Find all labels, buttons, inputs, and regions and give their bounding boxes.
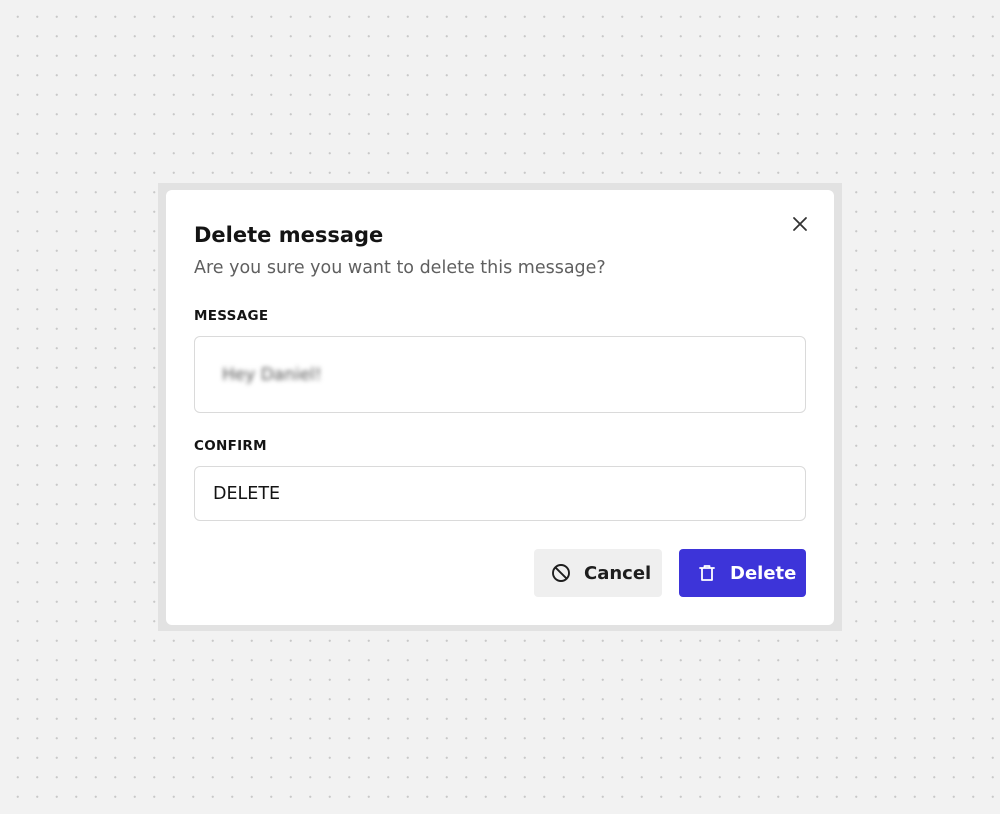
dialog-title: Delete message — [194, 223, 384, 247]
delete-button-label: Delete — [730, 562, 797, 584]
delete-button[interactable]: Delete — [679, 549, 806, 597]
close-icon — [793, 217, 807, 231]
message-field-label: MESSAGE — [194, 308, 269, 324]
close-button[interactable] — [788, 212, 812, 236]
cancel-button[interactable]: Cancel — [534, 549, 662, 597]
trash-icon — [696, 562, 718, 584]
dialog-subtitle: Are you sure you want to delete this mes… — [194, 258, 606, 278]
message-preview-text: Hey Daniel! — [222, 365, 322, 385]
cancel-button-label: Cancel — [584, 562, 652, 584]
delete-message-dialog: Delete message Are you sure you want to … — [166, 190, 834, 625]
confirm-input[interactable] — [194, 466, 806, 521]
message-preview: Hey Daniel! — [194, 336, 806, 413]
ban-icon — [550, 562, 572, 584]
confirm-field-label: CONFIRM — [194, 438, 267, 454]
